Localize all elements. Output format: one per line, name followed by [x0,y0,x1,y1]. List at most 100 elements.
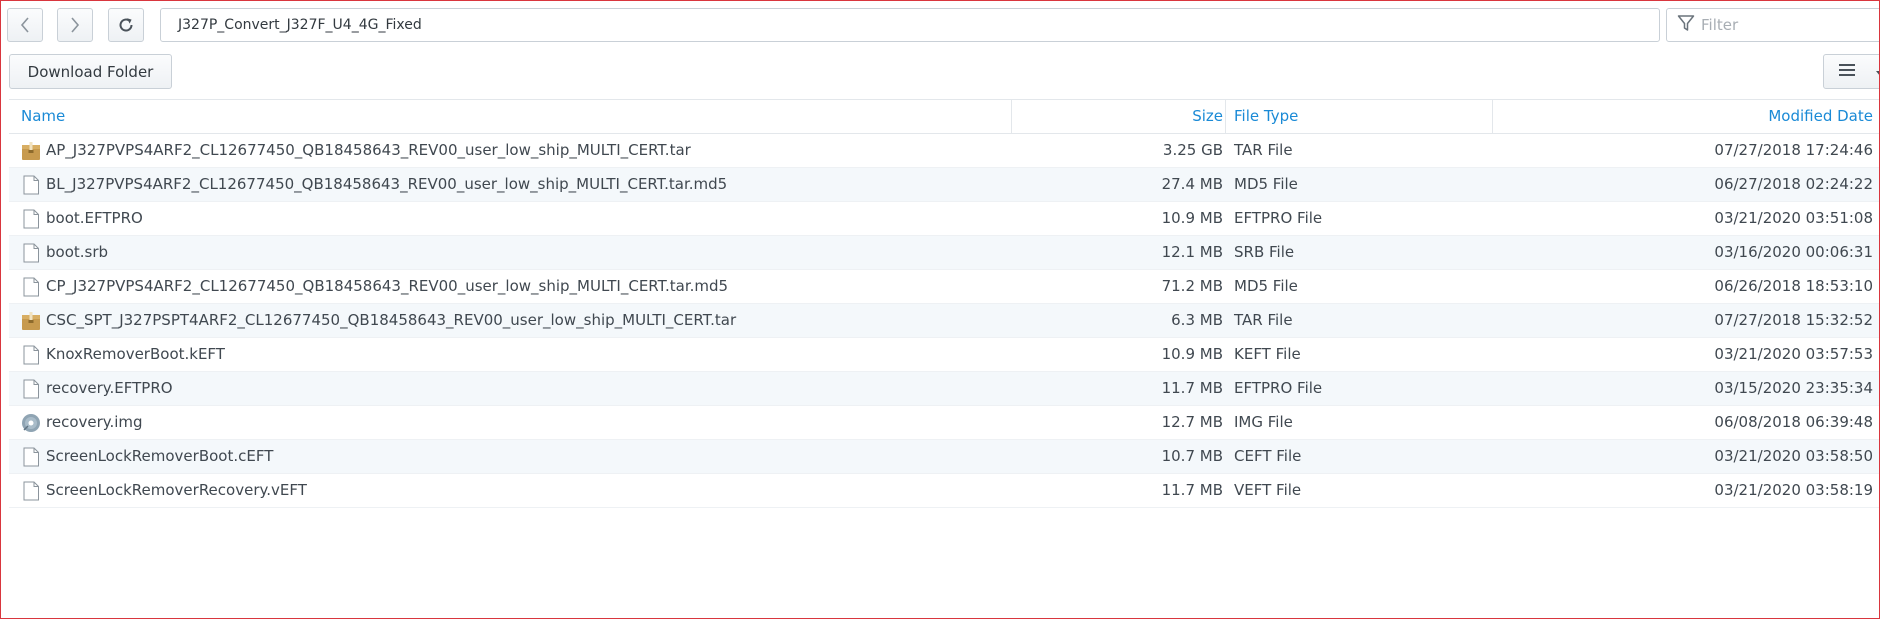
file-icon [21,345,41,365]
file-name-cell[interactable]: boot.srb [21,236,1011,269]
file-name-cell[interactable]: ScreenLockRemoverBoot.cEFT [21,440,1011,473]
file-name-cell[interactable]: recovery.EFTPRO [21,372,1011,405]
file-type: CEFT File [1234,447,1302,465]
file-name-cell[interactable]: recovery.img [21,406,1011,439]
file-modified-date: 03/16/2020 00:06:31 [1714,243,1873,261]
file-type: EFTPRO File [1234,209,1323,227]
column-header-modified[interactable]: Modified Date [1503,100,1873,133]
file-icon [21,379,41,399]
file-icon [21,243,41,263]
path-bar[interactable]: J327P_Convert_J327F_U4_4G_Fixed [160,8,1660,42]
file-type: IMG File [1234,413,1293,431]
file-icon [21,209,41,229]
file-size: 10.9 MB [1161,209,1223,227]
file-modified-date: 06/26/2018 18:53:10 [1714,277,1873,295]
view-mode-dropdown[interactable] [1870,54,1879,89]
file-name: BL_J327PVPS4ARF2_CL12677450_QB18458643_R… [46,175,728,193]
file-icon [21,447,41,467]
file-type: TAR File [1234,311,1293,329]
file-modified-date: 06/27/2018 02:24:22 [1714,175,1873,193]
table-row[interactable]: recovery.img 12.7 MB IMG File 06/08/2018 06… [9,406,1879,440]
file-name-cell[interactable]: CP_J327PVPS4ARF2_CL12677450_QB18458643_R… [21,270,1011,303]
file-modified-date: 03/15/2020 23:35:34 [1714,379,1873,397]
file-name: AP_J327PVPS4ARF2_CL12677450_QB18458643_R… [46,141,691,159]
chevron-right-icon [69,17,81,33]
file-modified-date: 06/08/2018 06:39:48 [1714,413,1873,431]
table-row[interactable]: AP_J327PVPS4ARF2_CL12677450_QB18458643_R… [9,134,1879,168]
column-divider[interactable] [1011,100,1012,133]
file-name: boot.EFTPRO [46,209,143,227]
file-modified-date: 03/21/2020 03:58:50 [1714,447,1873,465]
file-size: 3.25 GB [1162,141,1223,159]
top-toolbar: J327P_Convert_J327F_U4_4G_Fixed [7,8,1879,44]
file-modified-date: 03/21/2020 03:57:53 [1714,345,1873,363]
file-size: 71.2 MB [1161,277,1223,295]
file-size: 12.7 MB [1161,413,1223,431]
chevron-left-icon [19,17,31,33]
file-type: TAR File [1234,141,1293,159]
back-button[interactable] [7,8,43,42]
file-name: CSC_SPT_J327PSPT4ARF2_CL12677450_QB18458… [46,311,737,329]
table-row[interactable]: ScreenLockRemoverBoot.cEFT 10.7 MB CEFT Fi… [9,440,1879,474]
table-row[interactable]: ScreenLockRemoverRecovery.vEFT 11.7 MB VEF… [9,474,1879,508]
filter-icon [1677,14,1695,36]
column-divider[interactable] [1225,100,1226,133]
file-list: Name Size File Type Modified Date AP_J32… [9,99,1879,508]
file-size: 6.3 MB [1171,311,1223,329]
archive-icon [21,141,41,161]
file-name-cell[interactable]: CSC_SPT_J327PSPT4ARF2_CL12677450_QB18458… [21,304,1011,337]
file-size: 10.9 MB [1161,345,1223,363]
file-name: CP_J327PVPS4ARF2_CL12677450_QB18458643_R… [46,277,729,295]
file-modified-date: 07/27/2018 15:32:52 [1714,311,1873,329]
file-size: 10.7 MB [1161,447,1223,465]
file-name-cell[interactable]: BL_J327PVPS4ARF2_CL12677450_QB18458643_R… [21,168,1011,201]
file-type: VEFT File [1234,481,1302,499]
file-name-cell[interactable]: AP_J327PVPS4ARF2_CL12677450_QB18458643_R… [21,134,1011,167]
file-name-cell[interactable]: ScreenLockRemoverRecovery.vEFT [21,474,1011,507]
file-name: recovery.EFTPRO [46,379,173,397]
file-station-window: J327P_Convert_J327F_U4_4G_Fixed Download… [0,0,1880,619]
archive-icon [21,311,41,331]
filter-box[interactable] [1666,8,1879,42]
refresh-button[interactable] [108,8,144,42]
file-name-cell[interactable]: boot.EFTPRO [21,202,1011,235]
file-name-cell[interactable]: KnoxRemoverBoot.kEFT [21,338,1011,371]
download-folder-button[interactable]: Download Folder [9,54,172,89]
file-size: 11.7 MB [1161,481,1223,499]
list-view-icon [1838,63,1856,80]
file-name: recovery.img [46,413,143,431]
file-modified-date: 03/21/2020 03:58:19 [1714,481,1873,499]
table-row[interactable]: KnoxRemoverBoot.kEFT 10.9 MB KEFT File 03/2… [9,338,1879,372]
table-row[interactable]: BL_J327PVPS4ARF2_CL12677450_QB18458643_R… [9,168,1879,202]
table-row[interactable]: CSC_SPT_J327PSPT4ARF2_CL12677450_QB18458… [9,304,1879,338]
column-header-type[interactable]: File Type [1234,100,1298,133]
file-size: 27.4 MB [1161,175,1223,193]
column-divider[interactable] [1492,100,1493,133]
column-header-size[interactable]: Size [1019,100,1223,133]
file-size: 12.1 MB [1161,243,1223,261]
file-list-header: Name Size File Type Modified Date [9,99,1879,134]
caret-down-icon [1875,63,1879,81]
file-icon [21,175,41,195]
file-type: MD5 File [1234,175,1298,193]
file-modified-date: 03/21/2020 03:51:08 [1714,209,1873,227]
table-row[interactable]: CP_J327PVPS4ARF2_CL12677450_QB18458643_R… [9,270,1879,304]
column-header-name[interactable]: Name [21,100,65,133]
forward-button[interactable] [57,8,93,42]
file-icon [21,277,41,297]
table-row[interactable]: recovery.EFTPRO 11.7 MB EFTPRO File 03/15/2… [9,372,1879,406]
refresh-icon [117,16,135,34]
file-modified-date: 07/27/2018 17:24:46 [1714,141,1873,159]
file-name: KnoxRemoverBoot.kEFT [46,345,225,363]
file-name: ScreenLockRemoverBoot.cEFT [46,447,274,465]
table-row[interactable]: boot.srb 12.1 MB SRB File 03/16/2020 00:06:… [9,236,1879,270]
view-mode-button[interactable] [1823,54,1871,89]
file-type: SRB File [1234,243,1295,261]
table-row[interactable]: boot.EFTPRO 10.9 MB EFTPRO File 03/21/2020 … [9,202,1879,236]
file-type: KEFT File [1234,345,1301,363]
disc-image-icon [21,413,41,433]
file-name: boot.srb [46,243,109,261]
file-size: 11.7 MB [1161,379,1223,397]
file-type: EFTPRO File [1234,379,1323,397]
filter-input[interactable] [1701,16,1871,34]
